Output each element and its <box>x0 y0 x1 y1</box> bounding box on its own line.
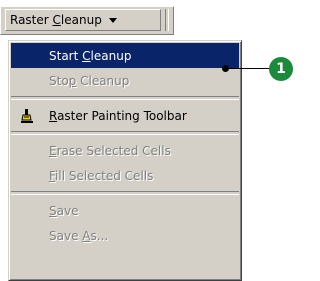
menu-item-label: Fill Selected Cells <box>49 168 154 183</box>
menu-item-label: Save As... <box>49 228 109 243</box>
raster-cleanup-dropdown-menu: Start Cleanup Stop Cleanup Raster Painti… <box>8 40 242 281</box>
menu-item-erase-selected-cells[interactable]: Erase Selected Cells <box>11 138 239 163</box>
menu-item-raster-painting-toolbar[interactable]: Raster Painting Toolbar <box>11 103 239 128</box>
raster-cleanup-label: Raster Cleanup <box>10 13 102 27</box>
menu-item-save-as[interactable]: Save As... <box>11 223 239 248</box>
menu-separator <box>11 131 239 135</box>
paint-brush-icon <box>19 108 35 124</box>
chevron-down-icon <box>108 17 117 23</box>
callout-number-badge: 1 <box>269 57 293 81</box>
menu-item-save[interactable]: Save <box>11 198 239 223</box>
menu-item-label: Save <box>49 203 79 218</box>
menu-item-label: Start Cleanup <box>49 48 132 63</box>
menu-separator <box>11 191 239 195</box>
menu-item-start-cleanup[interactable]: Start Cleanup <box>11 43 239 68</box>
raster-cleanup-menu-button[interactable]: Raster Cleanup <box>5 9 161 31</box>
raster-cleanup-toolbar: Raster Cleanup <box>0 6 174 35</box>
menu-item-fill-selected-cells[interactable]: Fill Selected Cells <box>11 163 239 188</box>
menu-item-label: Raster Painting Toolbar <box>49 108 187 123</box>
menu-item-stop-cleanup[interactable]: Stop Cleanup <box>11 68 239 93</box>
menu-item-label: Erase Selected Cells <box>49 143 171 158</box>
callout-leader-dot <box>222 65 229 72</box>
menu-item-label: Stop Cleanup <box>49 73 130 88</box>
toolbar-divider <box>165 9 169 31</box>
menu-separator <box>11 96 239 100</box>
